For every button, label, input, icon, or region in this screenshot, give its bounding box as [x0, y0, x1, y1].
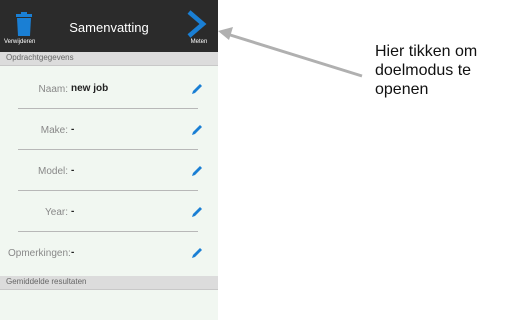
- field-model[interactable]: Model: -: [0, 162, 218, 182]
- pencil-icon[interactable]: [191, 205, 204, 218]
- measure-label: Meten: [190, 39, 208, 45]
- section-title: Opdrachtgegevens: [6, 53, 74, 62]
- divider: [18, 190, 198, 191]
- delete-label: Verwijderen: [4, 39, 36, 45]
- callout-text: Hier tikken om doelmodus te openen: [375, 43, 478, 98]
- field-name[interactable]: Naam: new job: [0, 80, 218, 100]
- divider: [18, 108, 198, 109]
- pencil-icon[interactable]: [191, 123, 204, 136]
- field-label: Model:: [37, 166, 68, 177]
- divider: [18, 231, 198, 232]
- field-value: -: [71, 124, 75, 135]
- pencil-icon[interactable]: [191, 82, 204, 95]
- callout-arrow: [218, 27, 363, 78]
- field-label: Opmerkingen:: [8, 248, 71, 259]
- field-value: new job: [71, 83, 109, 94]
- field-year[interactable]: Year: -: [0, 203, 218, 223]
- trash-icon: [16, 12, 32, 36]
- top-toolbar: Verwijderen Samenvatting Meten: [0, 0, 218, 52]
- section-header-assignment: Opdrachtgegevens: [0, 52, 218, 66]
- divider: [18, 149, 198, 150]
- field-value: -: [71, 165, 75, 176]
- field-label: Naam:: [38, 84, 68, 95]
- field-make[interactable]: Make: -: [0, 121, 218, 141]
- field-value: -: [71, 247, 75, 258]
- field-label: Year:: [45, 207, 68, 218]
- page-title: Samenvatting: [69, 20, 149, 35]
- field-value: -: [71, 206, 75, 217]
- field-label: Make:: [40, 125, 68, 136]
- phone-screen: Verwijderen Samenvatting Meten Opdrachtg…: [0, 0, 218, 320]
- section-title: Gemiddelde resultaten: [6, 277, 87, 286]
- pencil-icon[interactable]: [191, 164, 204, 177]
- section-header-results: Gemiddelde resultaten: [0, 276, 218, 290]
- field-remarks[interactable]: Opmerkingen: -: [0, 244, 218, 264]
- pencil-icon[interactable]: [191, 246, 204, 259]
- chevron-right-icon: [187, 10, 207, 38]
